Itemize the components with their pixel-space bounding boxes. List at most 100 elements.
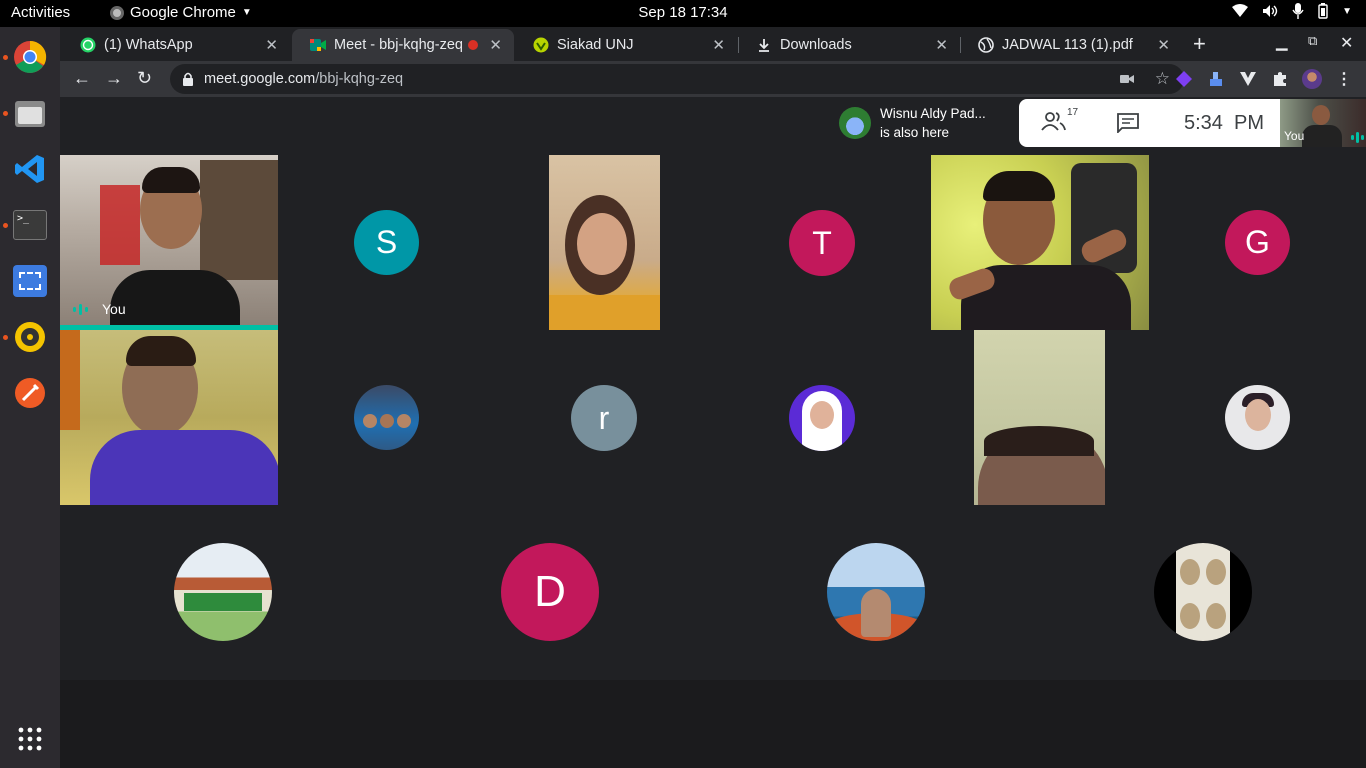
participant-avatar[interactable]: S (354, 210, 419, 275)
address-bar[interactable]: meet.google.com/bbj-kqhg-zeq ☆ (170, 64, 1184, 94)
close-tab-icon[interactable]: ✕ (712, 36, 725, 54)
rhythmbox-icon[interactable] (10, 317, 50, 357)
tab-whatsapp[interactable]: (1) WhatsApp ✕ (62, 29, 290, 61)
forward-arrow-icon[interactable]: → (105, 68, 123, 89)
tab-title: Downloads (780, 37, 852, 53)
self-view-thumbnail[interactable]: You (1280, 99, 1366, 147)
app-menu[interactable]: Google Chrome ▼ (110, 4, 252, 21)
close-tab-icon[interactable]: ✕ (265, 36, 278, 54)
participant-avatar[interactable]: G (1225, 210, 1290, 275)
participants-button[interactable]: 17 (1041, 107, 1078, 136)
participants-count: 17 (1067, 107, 1079, 118)
tab-title: Meet - bbj-kqhg-zeq (334, 37, 463, 53)
bookmark-star-icon[interactable]: ☆ (1155, 69, 1170, 89)
participant-avatar[interactable] (827, 543, 925, 641)
reload-icon[interactable]: ↻ (137, 68, 152, 89)
participant-tile[interactable] (974, 330, 1105, 505)
participant-avatar[interactable]: T (789, 210, 855, 276)
extensions-puzzle-icon[interactable] (1270, 69, 1290, 89)
avatar-initial: S (375, 224, 398, 260)
chrome-menu-icon[interactable]: ⋮ (1334, 69, 1354, 89)
close-window-icon[interactable]: ✕ (1340, 33, 1353, 53)
postman-icon[interactable] (10, 373, 50, 413)
camera-in-use-icon[interactable] (1120, 74, 1134, 84)
participant-tile-you[interactable]: You (60, 155, 278, 330)
siakad-unj-icon (533, 37, 549, 53)
avatar-initial: G (1245, 224, 1270, 260)
meeting-time: 5:34 PM (1184, 112, 1265, 134)
speaking-indicator-icon (73, 304, 88, 315)
chrome-launcher-icon[interactable] (10, 37, 50, 77)
whatsapp-icon (80, 37, 96, 53)
participant-avatar[interactable]: D (501, 543, 599, 641)
participant-tile[interactable] (931, 155, 1149, 330)
google-meet-icon (310, 37, 326, 53)
download-icon (756, 37, 772, 53)
avatar-initial: D (534, 567, 566, 616)
new-tab-button[interactable]: + (1193, 31, 1206, 57)
back-arrow-icon[interactable]: ← (73, 68, 91, 89)
running-indicator (3, 111, 8, 116)
app-menu-label: Google Chrome (130, 4, 236, 21)
participant-avatar[interactable] (1154, 543, 1252, 641)
system-top-bar: Activities Google Chrome ▼ Sep 18 17:34 … (0, 0, 1366, 27)
lock-icon (183, 72, 193, 86)
volume-icon (1263, 5, 1278, 17)
close-tab-icon[interactable]: ✕ (489, 36, 502, 54)
tab-downloads[interactable]: Downloads ✕ (738, 29, 960, 61)
participant-tile[interactable] (60, 330, 278, 505)
close-tab-icon[interactable]: ✕ (1157, 36, 1170, 54)
extension-v-icon[interactable] (1238, 69, 1258, 89)
system-menu-chevron-icon: ▼ (1342, 5, 1352, 17)
self-view-label: You (1284, 129, 1305, 143)
tab-jadwal-pdf[interactable]: JADWAL 113 (1).pdf ✕ (960, 29, 1182, 61)
participant-name: You (102, 301, 126, 317)
participant-avatar[interactable] (354, 385, 419, 450)
minimize-window-icon[interactable]: ▁ (1276, 33, 1288, 51)
meet-top-bar: Wisnu Aldy Pad... is also here 17 5:34 P… (60, 97, 1366, 155)
running-indicator (3, 335, 8, 340)
tab-strip: (1) WhatsApp ✕ Meet - bbj-kqhg-zeq ✕ Sia… (60, 27, 1366, 61)
recording-indicator-icon (468, 40, 478, 50)
participant-avatar[interactable] (789, 385, 855, 451)
chevron-down-icon: ▼ (241, 7, 252, 18)
chrome-small-icon (110, 5, 124, 20)
show-applications-icon[interactable] (10, 719, 50, 759)
files-icon[interactable] (10, 93, 50, 133)
extension-blue-icon[interactable] (1206, 69, 1226, 89)
participant-avatar[interactable]: r (571, 385, 637, 451)
participant-tile[interactable] (549, 155, 660, 330)
tab-title: (1) WhatsApp (104, 37, 193, 53)
microphone-icon (1292, 3, 1304, 19)
participant-avatar[interactable] (174, 543, 272, 641)
clock[interactable]: Sep 18 17:34 (638, 4, 727, 21)
restore-window-icon[interactable]: ⧉ (1308, 33, 1317, 49)
terminal-icon[interactable]: >_ (10, 205, 50, 245)
speaking-indicator-icon (1351, 132, 1364, 143)
meet-bottom-area (60, 680, 1366, 768)
url-path: /bbj-kqhg-zeq (315, 71, 404, 87)
extension-purple-icon[interactable] (1174, 69, 1194, 89)
vscode-icon[interactable] (10, 149, 50, 189)
battery-icon (1318, 3, 1328, 19)
profile-avatar[interactable] (1302, 69, 1322, 89)
avatar-initial: T (812, 224, 832, 261)
avatar (839, 107, 871, 139)
tab-title: Siakad UNJ (557, 37, 634, 53)
tab-meet[interactable]: Meet - bbj-kqhg-zeq ✕ (292, 29, 514, 61)
url-host: meet.google.com (204, 71, 316, 87)
running-indicator (3, 55, 8, 60)
participant-avatar[interactable] (1225, 385, 1290, 450)
activities-button[interactable]: Activities (11, 4, 70, 21)
tab-siakad[interactable]: Siakad UNJ ✕ (515, 29, 737, 61)
wifi-icon (1232, 4, 1249, 17)
chat-button[interactable] (1117, 113, 1139, 138)
system-tray[interactable]: ▼ (1232, 3, 1352, 19)
join-notification: Wisnu Aldy Pad... is also here (832, 99, 1020, 147)
running-indicator (3, 223, 8, 228)
chat-icon (1117, 113, 1139, 135)
close-tab-icon[interactable]: ✕ (935, 36, 948, 54)
notification-name: Wisnu Aldy Pad... (880, 106, 986, 121)
globe-icon (978, 37, 994, 53)
screenshot-tool-icon[interactable] (10, 261, 50, 301)
